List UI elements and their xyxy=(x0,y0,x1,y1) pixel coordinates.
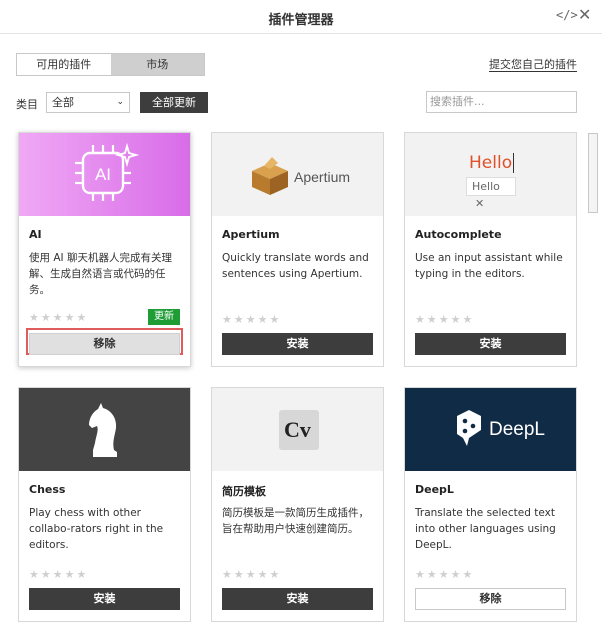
autocomplete-thumbnail: Hello Hello ✕ xyxy=(405,133,576,216)
apertium-thumbnail: Apertium xyxy=(212,133,383,216)
hello-chip-label: Hello xyxy=(472,180,500,193)
code-icon[interactable]: </> xyxy=(556,8,578,22)
plugin-description: Use an input assistant while typing in t… xyxy=(415,252,563,280)
update-all-button[interactable]: 全部更新 xyxy=(140,92,208,113)
plugin-description: Play chess with other collabo-rators rig… xyxy=(29,507,164,551)
plugin-card-ai[interactable]: AI AI 使用 AI 聊天机器人完成有关理解、生成自然语言或代码的任务。 ★★… xyxy=(18,132,191,367)
cv-logo-text: Cv xyxy=(284,417,311,442)
category-label: 类目 xyxy=(16,98,38,111)
rating-stars: ★★★★★ xyxy=(222,313,282,326)
category-value: 全部 xyxy=(52,96,74,109)
svg-text:DeepL: DeepL xyxy=(489,419,545,440)
plugin-card-resume-template[interactable]: Cv 简历模板 简历模板是一款简历生成插件，旨在帮助用户快速创建简历。 ★★★★… xyxy=(211,387,384,622)
deepl-thumbnail: DeepL xyxy=(405,388,576,471)
rating-stars: ★★★★★ xyxy=(415,568,475,581)
plugin-card-autocomplete[interactable]: Hello Hello ✕ Autocomplete Use an input … xyxy=(404,132,577,367)
box-icon: Apertium xyxy=(252,157,350,195)
svg-text:Apertium: Apertium xyxy=(294,169,350,185)
install-button[interactable]: 安装 xyxy=(415,333,566,355)
plugin-name: Autocomplete xyxy=(415,228,502,241)
install-button[interactable]: 安装 xyxy=(222,333,373,355)
install-button[interactable]: 安装 xyxy=(29,588,180,610)
window-titlebar: 插件管理器 </> ✕ xyxy=(0,0,602,34)
plugin-name: Apertium xyxy=(222,228,280,241)
chess-knight-icon xyxy=(89,403,117,457)
plugin-name: Chess xyxy=(29,483,66,496)
rating-stars: ★★★★★ xyxy=(415,313,475,326)
plugin-card-apertium[interactable]: Apertium Apertium Quickly translate word… xyxy=(211,132,384,367)
close-icon: ✕ xyxy=(475,197,485,210)
plugin-card-deepl[interactable]: DeepL DeepL Translate the selected text … xyxy=(404,387,577,622)
chess-thumbnail xyxy=(19,388,190,471)
plugin-description: 使用 AI 聊天机器人完成有关理解、生成自然语言或代码的任务。 xyxy=(29,252,172,296)
hello-chip: Hello ✕ xyxy=(466,177,516,210)
cv-logo: Cv xyxy=(279,410,319,450)
plugin-card-chess[interactable]: Chess Play chess with other collabo-rato… xyxy=(18,387,191,622)
plugin-name: AI xyxy=(29,228,42,241)
remove-button[interactable]: 移除 xyxy=(29,333,180,355)
rating-stars: ★★★★★ xyxy=(222,568,282,581)
plugin-name: 简历模板 xyxy=(222,485,266,498)
close-icon[interactable]: ✕ xyxy=(578,5,591,24)
category-select[interactable]: 全部 ⌄ xyxy=(46,92,130,113)
rating-stars: ★★★★★ xyxy=(29,568,89,581)
update-badge: 更新 xyxy=(148,309,180,325)
rating-stars: ★★★★★ xyxy=(29,311,89,324)
ai-thumbnail: AI xyxy=(19,133,190,216)
hello-text: Hello xyxy=(469,153,515,173)
plugin-description: Translate the selected text into other l… xyxy=(415,507,556,551)
tab-available-plugins[interactable]: 可用的插件 xyxy=(17,54,111,75)
ai-chip-icon: AI xyxy=(75,142,140,201)
chevron-down-icon: ⌄ xyxy=(116,97,124,107)
plugin-description: 简历模板是一款简历生成插件，旨在帮助用户快速创建简历。 xyxy=(222,507,369,535)
plugin-name: DeepL xyxy=(415,483,454,496)
resume-thumbnail: Cv xyxy=(212,388,383,471)
install-button[interactable]: 安装 xyxy=(222,588,373,610)
scrollbar[interactable] xyxy=(588,133,598,213)
svg-text:AI: AI xyxy=(95,165,111,184)
tab-marketplace[interactable]: 市场 xyxy=(110,54,204,75)
plugin-description: Quickly translate words and sentences us… xyxy=(222,252,369,280)
deepl-icon: DeepL xyxy=(457,410,545,446)
tab-bar: 可用的插件 市场 xyxy=(16,53,205,76)
window-title: 插件管理器 xyxy=(268,13,334,28)
search-input[interactable]: 搜索插件... xyxy=(426,91,577,113)
submit-plugin-link[interactable]: 提交您自己的插件 xyxy=(489,58,577,72)
remove-button[interactable]: 移除 xyxy=(415,588,566,610)
